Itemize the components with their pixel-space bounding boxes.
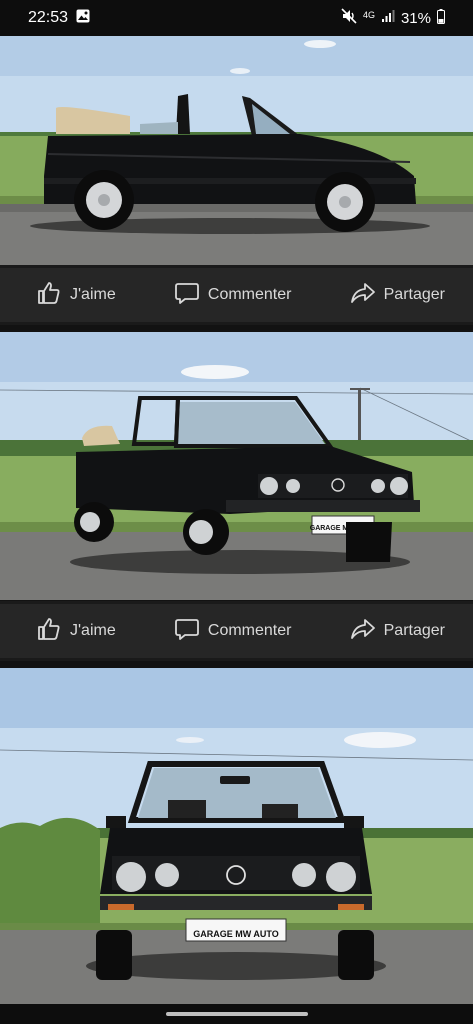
share-button[interactable]: Partager — [350, 616, 445, 647]
comment-button[interactable]: Commenter — [174, 616, 292, 647]
post-action-bar: J'aime Commenter Partager — [0, 265, 473, 325]
car-photo-front-view[interactable]: GARAGE MW AUTO — [0, 668, 473, 1004]
signal-icon — [381, 9, 395, 27]
mute-icon — [341, 8, 357, 28]
like-label: J'aime — [70, 622, 116, 639]
status-bar: 22:53 4G 31% — [0, 0, 473, 36]
comment-bubble-icon — [174, 616, 200, 647]
status-time: 22:53 — [28, 9, 69, 26]
battery-level: 31% — [400, 9, 431, 27]
share-arrow-icon — [350, 616, 376, 647]
like-label: J'aime — [70, 286, 116, 303]
system-navigation-bar — [0, 1004, 473, 1024]
like-button[interactable]: J'aime — [36, 280, 116, 311]
share-arrow-icon — [350, 280, 376, 311]
post-action-bar: J'aime Commenter Partager — [0, 601, 473, 661]
thumbs-up-icon — [36, 616, 62, 647]
comment-button[interactable]: Commenter — [174, 280, 292, 311]
share-button[interactable]: Partager — [350, 280, 445, 311]
like-button[interactable]: J'aime — [36, 616, 116, 647]
car-photo-side-view[interactable] — [0, 36, 473, 265]
share-label: Partager — [383, 622, 445, 639]
share-label: Partager — [383, 286, 445, 303]
comment-label: Commenter — [207, 286, 292, 303]
gallery-icon — [76, 9, 90, 28]
home-gesture-handle[interactable] — [166, 1012, 308, 1016]
network-type: 4G — [362, 9, 375, 20]
thumbs-up-icon — [36, 280, 62, 311]
battery-icon — [437, 8, 445, 28]
comment-label: Commenter — [207, 622, 292, 639]
license-plate-text: GARAGE MW AUTO — [193, 929, 279, 939]
car-photo-three-quarter-view[interactable]: GARAGE MW AUTO — [0, 332, 473, 600]
comment-bubble-icon — [174, 280, 200, 311]
